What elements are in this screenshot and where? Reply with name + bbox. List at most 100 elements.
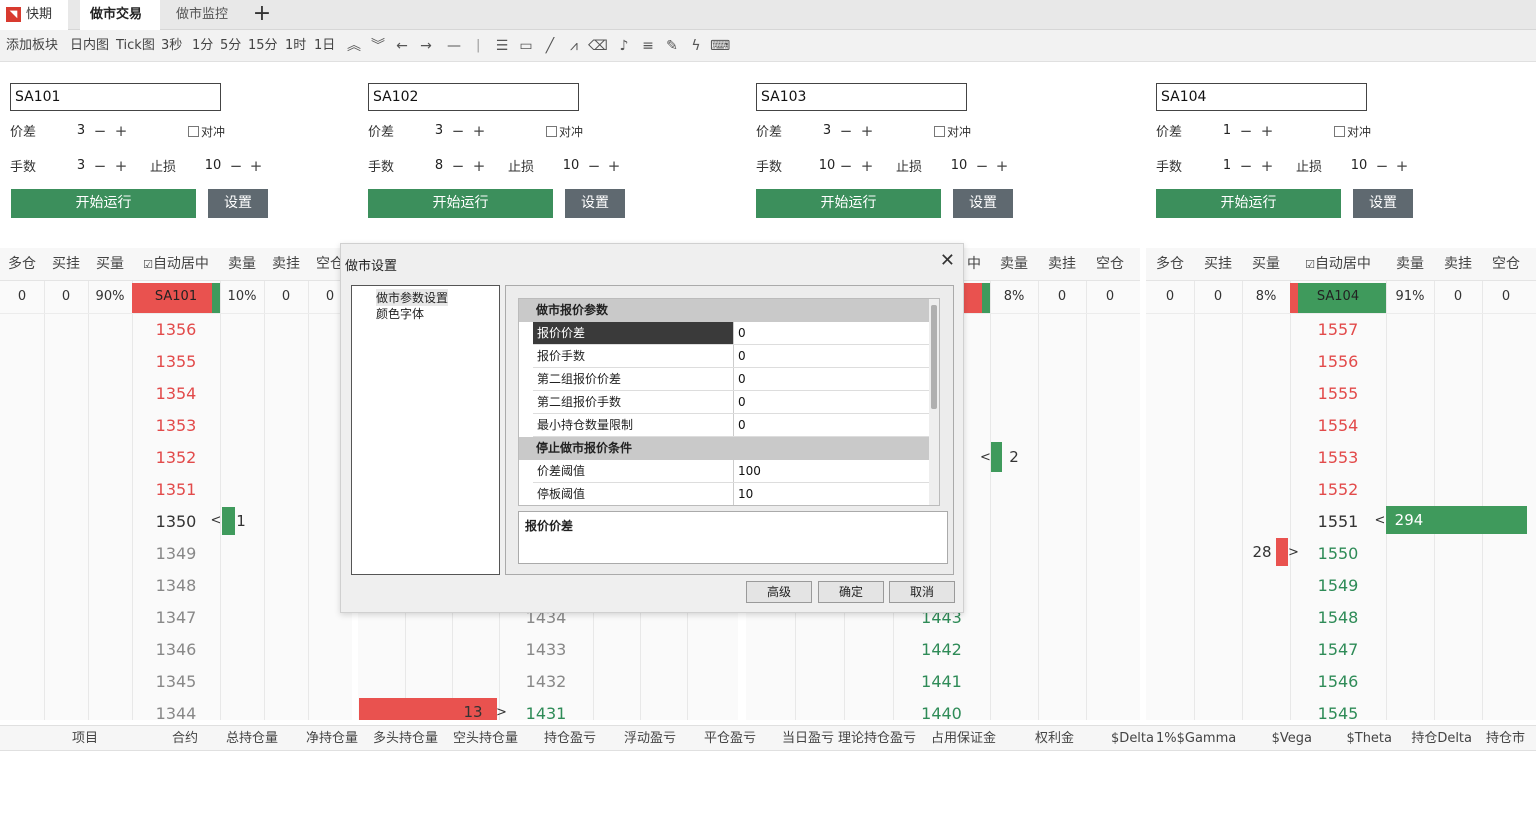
property-row[interactable]: 价差阈值 100 (533, 460, 939, 483)
tab-app[interactable]: ◥ 快期3 (0, 0, 68, 52)
lots-minus-button[interactable]: − (1238, 157, 1254, 175)
period-1m[interactable]: 1分 (192, 30, 213, 62)
property-grid-scrollbar[interactable] (929, 299, 939, 505)
stoploss-plus-button[interactable]: + (994, 157, 1010, 175)
col-theta[interactable]: $Theta (1330, 726, 1392, 752)
col-short-position[interactable]: 空头持仓量 (440, 726, 518, 752)
lots-minus-button[interactable]: − (838, 157, 854, 175)
property-value[interactable]: 0 (738, 368, 746, 390)
hedge-checkbox[interactable]: 对冲 (1334, 123, 1371, 140)
price-level[interactable]: 1431 (499, 704, 593, 720)
spread-plus-button[interactable]: + (1259, 122, 1275, 140)
price-level[interactable]: 1433 (499, 640, 593, 659)
hedge-checkbox[interactable]: 对冲 (188, 123, 225, 140)
start-button[interactable]: 开始运行 (1156, 189, 1341, 218)
close-icon[interactable]: ✕ (940, 250, 955, 271)
property-value[interactable]: 0 (738, 322, 746, 344)
price-level[interactable]: 1432 (499, 672, 593, 691)
advanced-button[interactable]: 高级 (746, 581, 812, 603)
settings-button[interactable]: 设置 (565, 189, 625, 218)
spread-plus-button[interactable]: + (859, 122, 875, 140)
col-theoretical-pnl[interactable]: 理论持仓盈亏 (834, 726, 916, 752)
double-down-icon[interactable]: ︾ (368, 30, 388, 62)
price-level[interactable]: 1346 (132, 640, 220, 659)
property-row[interactable]: 第二组报价价差 0 (533, 368, 939, 391)
price-level[interactable]: 1549 (1290, 576, 1386, 595)
settings-button[interactable]: 设置 (953, 189, 1013, 218)
lots-minus-button[interactable]: − (92, 157, 108, 175)
eraser-icon[interactable]: ⌫ (588, 30, 608, 62)
col-gamma[interactable]: 1%$Gamma (1156, 726, 1236, 752)
col-net-position[interactable]: 净持仓量 (296, 726, 358, 752)
price-level[interactable]: 1345 (132, 672, 220, 691)
symbol-input[interactable]: SA102 (368, 83, 579, 111)
col-close-pnl[interactable]: 平仓盈亏 (690, 726, 756, 752)
text-icon[interactable]: ☰ (492, 30, 512, 62)
col-long-position[interactable]: 多头持仓量 (362, 726, 438, 752)
hedge-checkbox[interactable]: 对冲 (934, 123, 971, 140)
property-row[interactable]: 报价价差 0 (533, 322, 939, 345)
col-delta[interactable]: $Delta (1090, 726, 1154, 752)
period-tick[interactable]: Tick图 (116, 30, 155, 62)
col-contract[interactable]: 合约 (140, 726, 198, 752)
price-level[interactable]: 1548 (1290, 608, 1386, 627)
spread-minus-button[interactable]: − (1238, 122, 1254, 140)
start-button[interactable]: 开始运行 (368, 189, 553, 218)
zigzag-icon[interactable]: ⩘ (564, 30, 584, 62)
col-position-value[interactable]: 持仓市 (1486, 726, 1536, 752)
property-value[interactable]: 0 (738, 391, 746, 413)
auto-center-checkbox[interactable]: ☑自动居中 (132, 248, 220, 281)
hedge-checkbox[interactable]: 对冲 (546, 123, 583, 140)
start-button[interactable]: 开始运行 (756, 189, 941, 218)
arrow-right-icon[interactable]: → (416, 30, 436, 62)
spread-minus-button[interactable]: − (92, 122, 108, 140)
symbol-input[interactable]: SA103 (756, 83, 967, 111)
symbol-input[interactable]: SA104 (1156, 83, 1367, 111)
col-daily-pnl[interactable]: 当日盈亏 (770, 726, 834, 752)
cancel-button[interactable]: 取消 (889, 581, 955, 603)
period-15m[interactable]: 15分 (248, 30, 278, 62)
lots-plus-button[interactable]: + (859, 157, 875, 175)
keyboard-icon[interactable]: ⌨ (710, 30, 730, 62)
rect-icon[interactable]: ▭ (516, 30, 536, 62)
price-level-last[interactable]: 1551 (1290, 512, 1386, 531)
col-vega[interactable]: $Vega (1250, 726, 1312, 752)
settings-button[interactable]: 设置 (208, 189, 268, 218)
stoploss-plus-button[interactable]: + (606, 157, 622, 175)
property-row[interactable]: 第二组报价手数 0 (533, 391, 939, 414)
ok-button[interactable]: 确定 (818, 581, 884, 603)
stoploss-minus-button[interactable]: − (974, 157, 990, 175)
lots-plus-button[interactable]: + (1259, 157, 1275, 175)
start-button[interactable]: 开始运行 (11, 189, 196, 218)
price-level[interactable]: 1555 (1290, 384, 1386, 403)
stoploss-plus-button[interactable]: + (248, 157, 264, 175)
category-stop-conditions[interactable]: 停止做市报价条件 (519, 437, 939, 460)
property-value[interactable]: 0 (738, 414, 746, 436)
price-level[interactable]: 1354 (132, 384, 220, 403)
spread-minus-button[interactable]: − (838, 122, 854, 140)
add-block-button[interactable]: 添加板块 (6, 30, 58, 62)
price-level[interactable]: 1441 (893, 672, 990, 691)
price-level[interactable]: 1547 (1290, 640, 1386, 659)
spread-minus-button[interactable]: − (450, 122, 466, 140)
category-quote-params[interactable]: 做市报价参数 (519, 299, 939, 322)
lightning-icon[interactable]: ϟ (686, 30, 706, 62)
lots-minus-button[interactable]: − (450, 157, 466, 175)
add-tab-button[interactable]: + (250, 0, 274, 30)
stoploss-minus-button[interactable]: − (586, 157, 602, 175)
price-level[interactable]: 1550 (1290, 544, 1386, 563)
period-1d[interactable]: 1日 (314, 30, 335, 62)
line-icon[interactable]: ╱ (540, 30, 560, 62)
tab-market-making-monitor[interactable]: 做市监控 (166, 0, 246, 30)
spread-plus-button[interactable]: + (113, 122, 129, 140)
lots-plus-button[interactable]: + (471, 157, 487, 175)
col-item[interactable]: 项目 (40, 726, 98, 752)
price-level[interactable]: 1349 (132, 544, 220, 563)
col-position-delta[interactable]: 持仓Delta (1400, 726, 1472, 752)
col-margin[interactable]: 占用保证金 (918, 726, 996, 752)
col-floating-pnl[interactable]: 浮动盈亏 (610, 726, 676, 752)
property-row[interactable]: 报价手数 0 (533, 345, 939, 368)
price-level[interactable]: 1556 (1290, 352, 1386, 371)
price-level[interactable]: 1553 (1290, 448, 1386, 467)
arrow-left-icon[interactable]: ← (392, 30, 412, 62)
